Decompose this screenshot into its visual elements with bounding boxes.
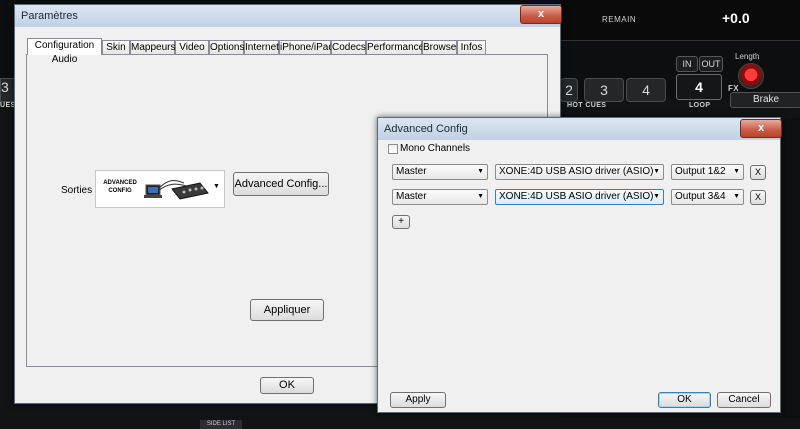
chevron-down-icon: ▼ (733, 193, 740, 200)
chevron-down-icon: ▼ (653, 168, 660, 175)
close-icon: x (757, 122, 765, 134)
brake-button[interactable]: Brake (730, 92, 800, 108)
tab-options[interactable]: Options (209, 40, 244, 54)
loop-out-button[interactable]: OUT (699, 56, 723, 72)
mixer-icon (144, 180, 209, 200)
pitch-value: +0.0 (722, 10, 750, 26)
tab-iphone-ipad[interactable]: iPhone/iPad (279, 40, 334, 54)
hotcue-button-4[interactable]: 4 (626, 78, 666, 102)
params-ok-button[interactable]: OK (260, 377, 314, 394)
tab-configuration-audio[interactable]: Configuration Audio (27, 38, 102, 65)
advanced-ok-button[interactable]: OK (658, 392, 711, 408)
tab-codecs[interactable]: Codecs (331, 40, 366, 54)
chevron-down-icon: ▼ (733, 168, 740, 175)
remain-label: REMAIN (602, 15, 637, 24)
chevron-down-icon: ▼ (477, 168, 484, 175)
tab-performances[interactable]: Performances (366, 40, 429, 54)
chevron-down-icon: ▼ (477, 193, 484, 200)
advanced-cancel-button[interactable]: Cancel (717, 392, 771, 408)
length-knob[interactable] (738, 63, 764, 89)
driver-select-1[interactable]: XONE:4D USB ASIO driver (ASIO) ▼ (495, 164, 664, 180)
remove-row-button-1[interactable]: X (750, 165, 766, 180)
driver-select-2[interactable]: XONE:4D USB ASIO driver (ASIO) ▼ (495, 189, 664, 205)
loop-label: LOOP (689, 102, 711, 109)
loop-in-button[interactable]: IN (676, 56, 698, 72)
hotcue-button-3[interactable]: 3 (584, 78, 624, 102)
params-titlebar: Paramètres (15, 5, 560, 27)
chevron-down-icon: ▼ (653, 193, 660, 200)
sorties-dropdown[interactable]: ADVANCED CONFIG ▼ (95, 170, 225, 208)
channel-select-1[interactable]: Master ▼ (392, 164, 488, 180)
sorties-label: Sorties : (61, 185, 98, 196)
advanced-titlebar: Advanced Config (378, 118, 780, 140)
remove-row-button-2[interactable]: X (750, 190, 766, 205)
hotcues-label: HOT CUES (567, 102, 607, 109)
advanced-config-button[interactable]: Advanced Config... (233, 172, 329, 196)
deck-info-bar (560, 0, 800, 41)
appliquer-button[interactable]: Appliquer (250, 299, 324, 321)
side-list-button[interactable]: SIDE LIST (200, 420, 242, 429)
hotcue-button-2[interactable]: 2 (560, 78, 578, 102)
output-select-1[interactable]: Output 1&2 ▼ (671, 164, 744, 180)
loop-length-display[interactable]: 4 (676, 74, 722, 100)
params-close-button[interactable]: x (520, 5, 562, 24)
params-window-title: Paramètres (21, 10, 78, 22)
tab-video[interactable]: Video (175, 40, 209, 54)
tab-mappeurs[interactable]: Mappeurs (130, 40, 175, 54)
tab-browser[interactable]: Browser (422, 40, 460, 54)
tab-infos[interactable]: Infos (457, 40, 486, 54)
add-row-button[interactable]: + (392, 215, 410, 229)
advanced-window-title: Advanced Config (384, 123, 468, 135)
advanced-close-button[interactable]: x (740, 119, 782, 138)
mono-channels-checkbox[interactable] (388, 144, 398, 154)
output-select-2[interactable]: Output 3&4 ▼ (671, 189, 744, 205)
tab-skin[interactable]: Skin (102, 40, 130, 54)
mono-channels-label: Mono Channels (400, 143, 471, 154)
advanced-config-window: Advanced Config x Mono Channels Master ▼ … (377, 117, 782, 413)
close-icon: x (537, 8, 545, 20)
chevron-down-icon: ▼ (213, 183, 220, 190)
tab-internet[interactable]: Internet (244, 40, 279, 54)
advanced-config-logo: ADVANCED CONFIG (103, 180, 137, 194)
advanced-apply-button[interactable]: Apply (390, 392, 446, 408)
channel-select-2[interactable]: Master ▼ (392, 189, 488, 205)
advanced-content: Mono Channels Master ▼ XONE:4D USB ASIO d… (384, 141, 772, 408)
length-label: Length (735, 52, 760, 61)
